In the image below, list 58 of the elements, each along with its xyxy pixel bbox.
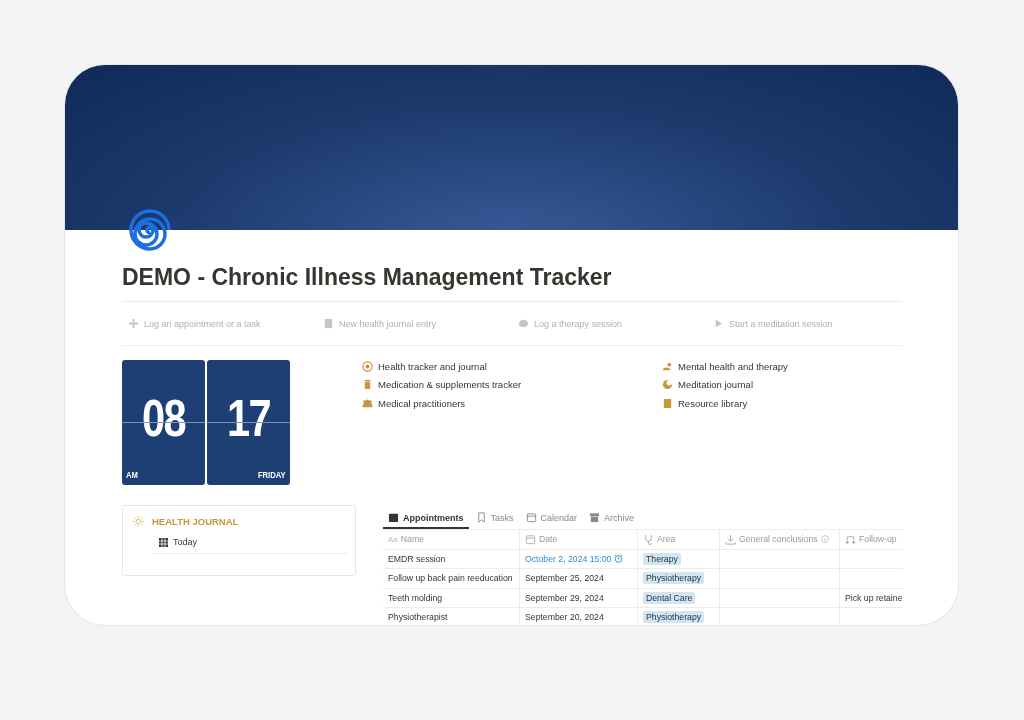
view-tab[interactable]: Appointments <box>383 510 469 529</box>
quick-action-button[interactable]: Log a therapy session <box>512 314 629 333</box>
page-link[interactable]: Mental health and therapy <box>678 361 788 373</box>
page-link[interactable]: Medication & supplements tracker <box>378 379 522 391</box>
view-tab[interactable]: Calendar <box>520 510 583 529</box>
calendar-icon <box>525 512 537 523</box>
bookmark-icon <box>475 512 487 523</box>
moon-icon <box>662 379 673 391</box>
archive-icon <box>589 512 601 523</box>
date-text: September 25, 2024 <box>525 573 604 584</box>
quick-action-button[interactable]: Start a meditation session <box>707 314 839 333</box>
column-header[interactable]: Area <box>638 530 720 550</box>
clock-period: AM <box>126 470 138 480</box>
alarm-clock-icon <box>614 554 624 564</box>
download-icon <box>725 533 736 545</box>
page-link[interactable]: Medical practitioners <box>378 397 466 409</box>
plus-icon <box>128 318 139 329</box>
view-tab[interactable]: Tasks <box>470 510 519 529</box>
table-cell: Pick up retaine <box>840 588 903 608</box>
grid-icon <box>159 537 168 547</box>
sun-icon <box>133 516 144 527</box>
column-header[interactable]: Follow-up <box>840 530 903 550</box>
view-tab[interactable]: Archive <box>584 510 640 529</box>
quick-action-button[interactable]: New health journal entry <box>317 314 443 333</box>
page-link[interactable]: Resource library <box>678 397 748 409</box>
date-text: September 20, 2024 <box>525 612 604 623</box>
table-cell: Physiotherapist <box>383 608 520 625</box>
calendar-icon <box>525 533 536 545</box>
quick-action-button[interactable]: Log an appointment or a task <box>122 314 267 333</box>
journal-view-item[interactable]: Today <box>153 536 348 554</box>
stethoscope-icon <box>643 533 654 545</box>
page-link[interactable]: Health tracker and journal <box>378 361 487 373</box>
pill-bottle-icon <box>362 379 373 391</box>
date-text: September 29, 2024 <box>525 592 604 603</box>
document-icon <box>323 318 334 329</box>
column-header[interactable]: Aa Name <box>383 530 520 550</box>
area-tag: Physiotherapy <box>643 572 705 585</box>
clock-hour: 08 <box>140 388 187 448</box>
clock-weekday: FRIDAY <box>258 470 286 480</box>
table-cell: EMDR session <box>383 549 520 569</box>
area-tag: Therapy <box>643 552 681 565</box>
column-header[interactable]: Date <box>520 530 638 550</box>
target-icon <box>362 361 373 373</box>
clock-minute: 17 <box>225 388 272 448</box>
area-tag: Dental Care <box>643 591 696 604</box>
calendar-icon <box>388 512 399 523</box>
branch-icon <box>845 533 856 545</box>
book-icon <box>662 397 673 409</box>
chat-icon <box>518 318 529 329</box>
column-header[interactable]: General conclusions <box>720 530 840 550</box>
table-cell: Follow up back pain reeducation <box>383 569 520 589</box>
journal-title: HEALTH JOURNAL <box>152 516 239 527</box>
area-tag: Physiotherapy <box>643 611 705 624</box>
table-cell: Teeth molding <box>383 588 520 608</box>
date-text: October 2, 2024 15:00 <box>525 553 612 564</box>
page-title: DEMO - Chronic Illness Management Tracker <box>122 264 902 302</box>
page-link[interactable]: Meditation journal <box>678 379 753 391</box>
play-icon <box>713 318 724 329</box>
